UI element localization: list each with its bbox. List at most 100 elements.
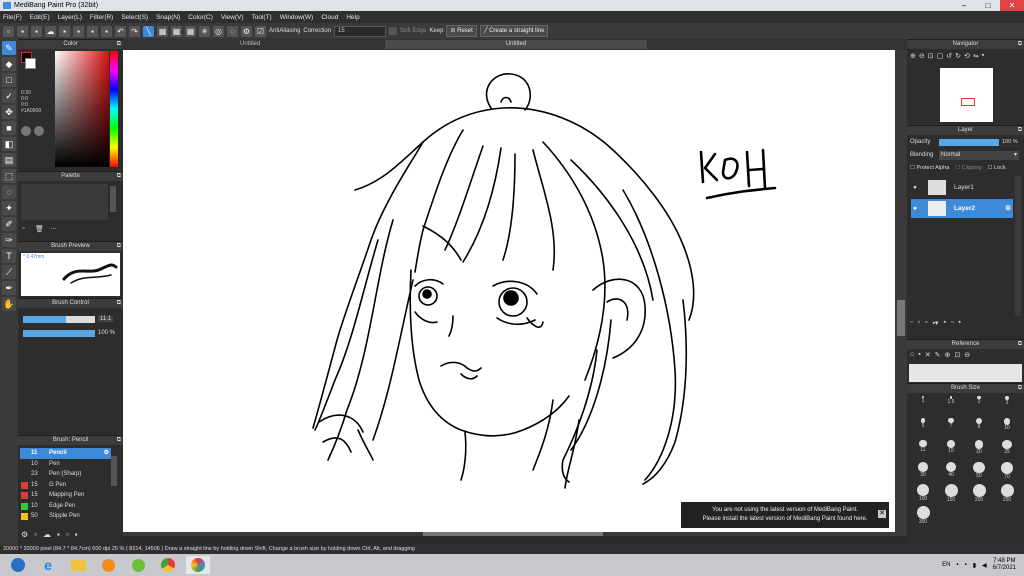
brush-size-cell[interactable]: 40	[937, 462, 965, 482]
brush-list-item[interactable]: 50 Stipple Pen	[20, 511, 111, 522]
add-layer-icon[interactable]: ▫	[910, 319, 912, 327]
snap-grid-icon[interactable]: ▦	[171, 25, 182, 37]
language-indicator[interactable]: EN	[942, 562, 950, 568]
brush-size-cell[interactable]: 8	[965, 418, 993, 438]
brush-size-cell[interactable]: 10	[993, 418, 1021, 438]
marquee-tool-icon[interactable]: ⬚	[2, 169, 16, 183]
layer-type-icon[interactable]: ▪▾	[932, 319, 938, 327]
reset-rotation-icon[interactable]: ⟲	[964, 52, 970, 60]
reference-image-area[interactable]	[909, 364, 1022, 382]
chrome-icon[interactable]	[156, 556, 180, 574]
menu-layer[interactable]: Layer(L)	[58, 14, 82, 21]
brush-add-icon[interactable]: ▫	[34, 530, 37, 539]
bucket-tool-icon[interactable]: ◧	[2, 137, 16, 151]
select-pen-icon[interactable]: ✐	[2, 217, 16, 231]
horizontal-scrollbar[interactable]	[123, 532, 895, 536]
reference-zoom-out-icon[interactable]: ⊖	[964, 351, 970, 359]
brush-size-cell[interactable]: 1.5	[937, 396, 965, 416]
brush-size-cell[interactable]: 150	[937, 484, 965, 504]
brush-folder-icon[interactable]: ▪	[57, 530, 60, 539]
zoom-in-icon[interactable]: ⊕	[910, 52, 916, 60]
brush-size-cell[interactable]: 5	[909, 418, 937, 438]
reference-fit-icon[interactable]: ⊡	[954, 351, 960, 359]
export-icon[interactable]: ▪	[73, 25, 84, 37]
navigator-more-icon[interactable]: ▪	[982, 52, 984, 60]
merge-layer-icon[interactable]: ▫	[925, 319, 927, 327]
brush-size-cell[interactable]: 30	[909, 462, 937, 482]
brush-size-cell[interactable]: 20	[965, 440, 993, 460]
duplicate-layer-icon[interactable]: ▫	[917, 319, 919, 327]
brush-size-cell[interactable]: 3	[993, 396, 1021, 416]
zoom-out-icon[interactable]: ⊖	[919, 52, 925, 60]
antialias-checkbox[interactable]: ☑	[255, 25, 266, 37]
brush-size-cell[interactable]: 7	[937, 418, 965, 438]
fit-icon[interactable]: ⊡	[928, 52, 934, 60]
move-tool-icon[interactable]: ✥	[2, 105, 16, 119]
blending-select[interactable]: Normal ▾	[939, 151, 1019, 160]
undo-icon[interactable]: ↶	[115, 25, 126, 37]
reference-folder-icon[interactable]: ▪	[918, 351, 920, 359]
open-file-icon[interactable]: ▪	[17, 25, 28, 37]
panel-close-icon[interactable]: ⧉	[1018, 340, 1022, 349]
delete-layer-icon[interactable]: ▪	[958, 319, 960, 327]
rotate-left-icon[interactable]: ↺	[946, 52, 952, 60]
snap-curve-icon[interactable]: ◌	[227, 25, 238, 37]
brush-size-cell[interactable]: 200	[965, 484, 993, 504]
flip-icon[interactable]: ⇋	[973, 52, 979, 60]
magic-wand-icon[interactable]: ✦	[2, 201, 16, 215]
layer-row-layer1[interactable]: ● Layer1	[911, 178, 1013, 197]
panel-close-icon[interactable]: ⧉	[117, 40, 121, 49]
new-file-icon[interactable]: ▫	[3, 25, 14, 37]
tab-untitled[interactable]: Untitled	[385, 40, 647, 49]
vertical-scroll-thumb[interactable]	[897, 300, 905, 336]
clock[interactable]: 7:48 PM 6/7/2021	[993, 558, 1016, 572]
eraser-tool-icon[interactable]: ◆	[2, 57, 16, 71]
brush-cloud-icon[interactable]: ☁	[43, 530, 51, 539]
minimize-button[interactable]: –	[952, 0, 976, 11]
vertical-scrollbar[interactable]	[895, 50, 907, 536]
straight-line-button[interactable]: ╱ Create a straight line	[479, 25, 549, 37]
layer-copy-icon[interactable]: ▫	[951, 319, 953, 327]
settings-icon[interactable]: ▪	[87, 25, 98, 37]
brush-size-cell[interactable]: 250	[993, 484, 1021, 504]
palette-scrollbar[interactable]	[110, 186, 116, 212]
save-icon[interactable]: ▪	[31, 25, 42, 37]
internet-explorer-icon[interactable]: e	[36, 556, 60, 574]
menu-cloud[interactable]: Cloud	[321, 14, 338, 21]
layer-visibility-eye-icon[interactable]: ●	[913, 199, 917, 218]
brush-size-cell[interactable]: 100	[909, 484, 937, 504]
panel-close-icon[interactable]: ⧉	[1018, 126, 1022, 135]
correction-select[interactable]: 15	[334, 25, 387, 37]
drawing-canvas[interactable]: You are not using the latest version of …	[123, 50, 895, 532]
tray-app-icon[interactable]: ▪	[965, 562, 967, 568]
panel-close-icon[interactable]: ⧉	[117, 172, 121, 181]
reference-home-icon[interactable]: ⌂	[910, 351, 914, 359]
text-tool-icon[interactable]: T	[2, 249, 16, 263]
brush-list-item[interactable]: 23 Pen (Sharp)	[20, 469, 111, 480]
menu-window[interactable]: Window(W)	[280, 14, 314, 21]
brush-size-cell[interactable]: 25	[993, 440, 1021, 460]
panel-close-icon[interactable]: ⧉	[1018, 384, 1022, 393]
lasso-tool-icon[interactable]: ◌	[2, 185, 16, 199]
pen-tool-icon[interactable]: ✎	[2, 41, 16, 55]
rect-tool-icon[interactable]: ■	[2, 121, 16, 135]
soft-edge-checkbox[interactable]	[389, 27, 398, 35]
menu-file[interactable]: File(F)	[3, 14, 22, 21]
color-mode-icon[interactable]	[21, 126, 31, 136]
media-player-icon[interactable]	[96, 556, 120, 574]
brush-copy-icon[interactable]: ▫	[66, 530, 69, 539]
layer-visibility-eye-icon[interactable]: ●	[913, 178, 917, 197]
snap-settings-icon[interactable]: ⚙	[241, 25, 252, 37]
brush-list-item[interactable]: 10 Edge Pen	[20, 501, 111, 512]
eyedropper-tool-icon[interactable]: ✒	[2, 281, 16, 295]
actual-size-icon[interactable]: ▢	[937, 52, 944, 60]
brush-list-item[interactable]: 15 Mapping Pen	[20, 490, 111, 501]
palette-delete-icon[interactable]: 🗑	[35, 225, 44, 233]
layer-folder-icon[interactable]: ▪	[943, 319, 945, 327]
navigator-thumbnail[interactable]	[940, 68, 993, 122]
menu-filter[interactable]: Filter(R)	[90, 14, 113, 21]
clipping-checkbox[interactable]: ☐ Clipping	[955, 165, 981, 171]
brush-opacity-slider[interactable]	[23, 330, 95, 337]
panel-close-icon[interactable]: ⧉	[117, 299, 121, 308]
color-history-icon[interactable]	[34, 126, 44, 136]
